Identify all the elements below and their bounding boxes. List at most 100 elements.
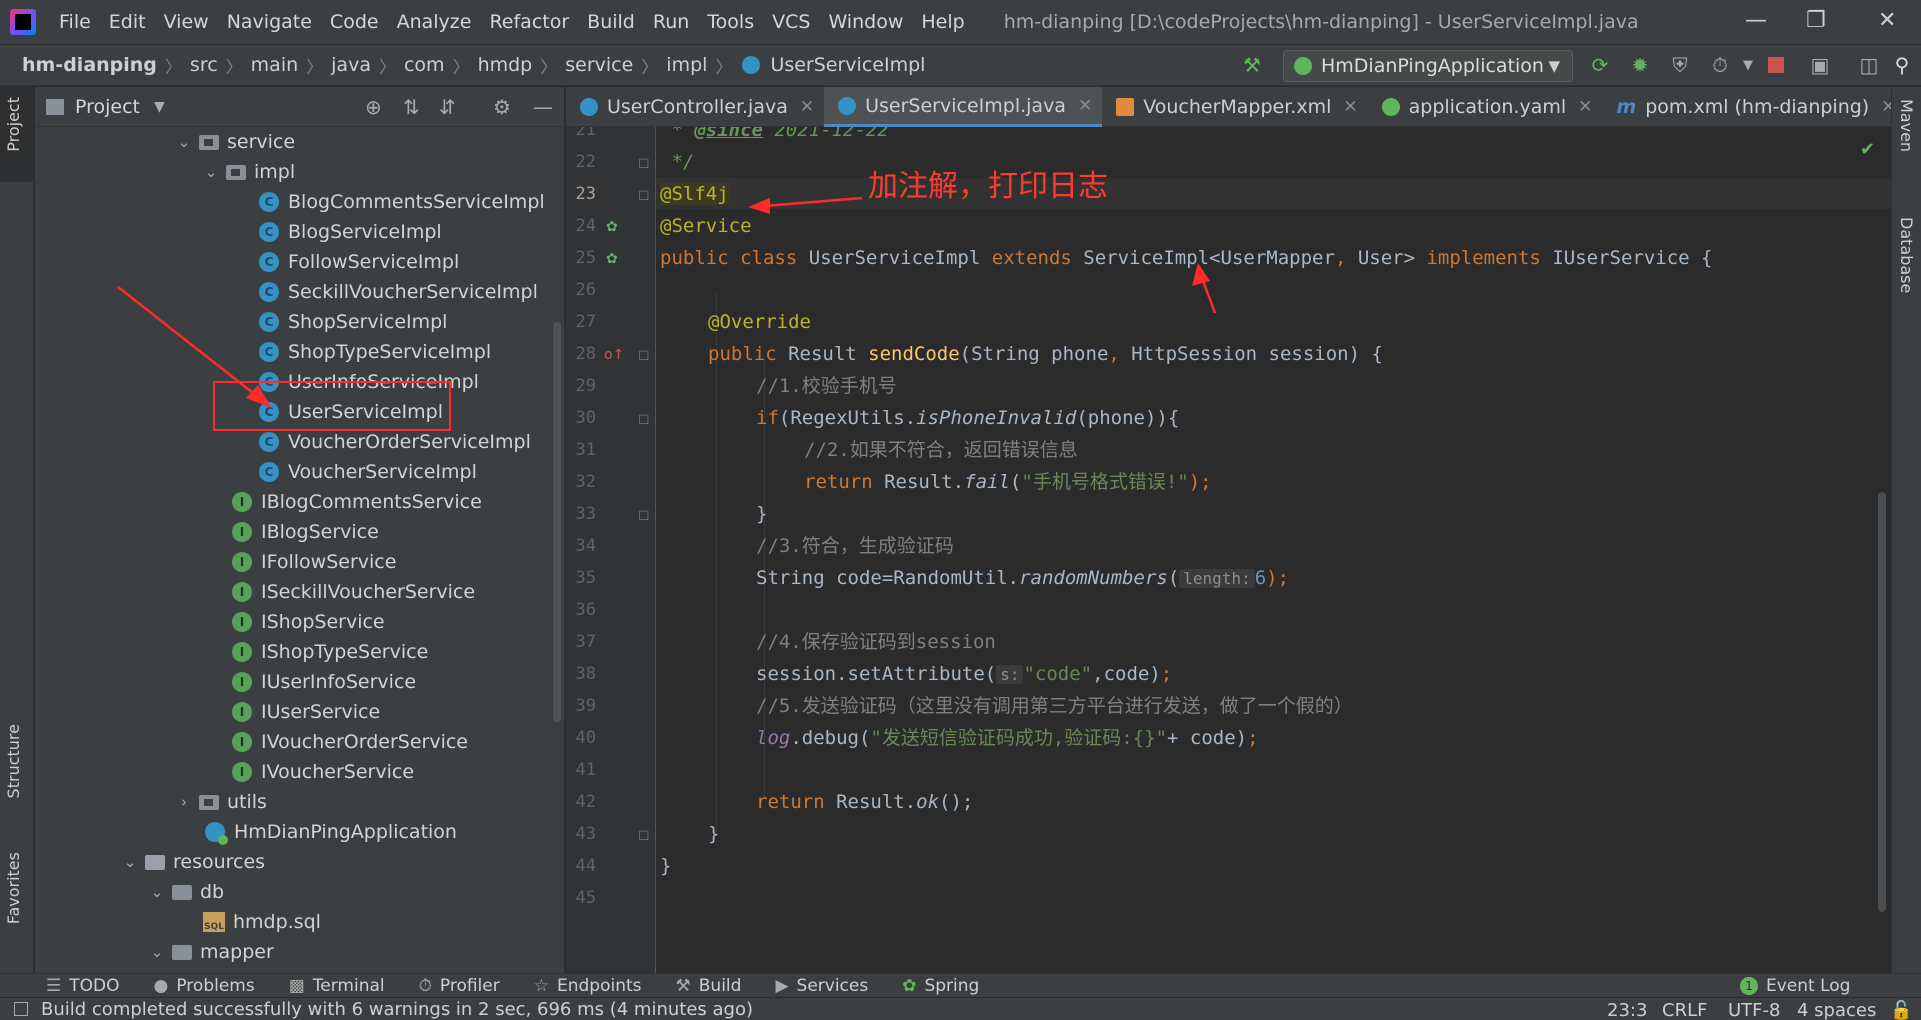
chevron-down-icon[interactable]: ▼ — [1736, 53, 1760, 77]
tree-node-interface[interactable]: I IUserInfoService — [232, 667, 416, 697]
chevron-down-icon[interactable]: ▼ — [154, 99, 165, 115]
tool-problems[interactable]: ● Problems — [154, 976, 255, 996]
tree-node-class[interactable]: C BlogServiceImpl — [259, 217, 442, 247]
menu-view[interactable]: View — [155, 11, 218, 33]
tab-user-service-impl[interactable]: UserServiceImpl.java ✕ — [824, 87, 1103, 127]
tree-scrollbar[interactable] — [553, 322, 561, 722]
tree-node-mapper[interactable]: ⌄ mapper — [148, 937, 274, 967]
menu-file[interactable]: File — [50, 11, 100, 33]
chevron-down-icon[interactable]: ⌄ — [175, 133, 193, 151]
tool-terminal[interactable]: ▩ Terminal — [289, 976, 385, 996]
tree-node-class[interactable]: C ShopServiceImpl — [259, 307, 447, 337]
breadcrumb-file[interactable]: UserServiceImpl — [766, 54, 929, 76]
code-editor[interactable]: 21 22 23 24 25 26 27 28 29 30 31 32 33 3… — [566, 127, 1891, 973]
tool-profiler[interactable]: ⏱ Profiler — [419, 976, 500, 996]
breadcrumb-service[interactable]: service — [561, 54, 637, 76]
tool-tab-favorites[interactable]: Favorites — [4, 852, 23, 924]
menu-run[interactable]: Run — [644, 11, 698, 33]
project-panel-title[interactable]: Project — [75, 96, 140, 118]
collapse-all-icon[interactable]: ⇵ — [439, 95, 456, 119]
tree-node-interface[interactable]: I IUserService — [232, 697, 380, 727]
fold-icon[interactable]: ◻ — [638, 347, 650, 363]
file-encoding[interactable]: UTF-8 — [1728, 1000, 1780, 1020]
tree-node-interface[interactable]: I IVoucherOrderService — [232, 727, 468, 757]
build-hammer-icon[interactable]: ⚒ — [1240, 53, 1264, 77]
tree-node-class[interactable]: C FollowServiceImpl — [259, 247, 459, 277]
chevron-down-icon[interactable]: ⌄ — [148, 883, 166, 901]
tree-node-class[interactable]: C SeckillVoucherServiceImpl — [259, 277, 538, 307]
caret-position[interactable]: 23:3 — [1607, 1000, 1647, 1020]
fold-icon[interactable]: ◻ — [638, 827, 650, 843]
tab-pom-xml[interactable]: m pom.xml (hm-dianping) ✕ — [1602, 87, 1905, 127]
fold-icon[interactable]: ◻ — [638, 155, 650, 171]
tool-tab-project[interactable]: Project — [4, 97, 23, 152]
override-icon[interactable]: o↑ — [604, 347, 624, 363]
indent-setting[interactable]: 4 spaces — [1797, 1000, 1876, 1020]
line-separator[interactable]: CRLF — [1662, 1000, 1707, 1020]
tree-node-interface[interactable]: I IBlogCommentsService — [232, 487, 482, 517]
gear-icon[interactable]: ⚙ — [493, 95, 511, 119]
hide-panel-icon[interactable]: — — [533, 95, 553, 119]
tree-node-class[interactable]: C BlogCommentsServiceImpl — [259, 187, 545, 217]
tool-tab-maven[interactable]: Maven — [1897, 99, 1916, 152]
menu-refactor[interactable]: Refactor — [480, 11, 578, 33]
close-icon[interactable]: ✕ — [800, 97, 814, 117]
chevron-down-icon[interactable]: ⌄ — [202, 163, 220, 181]
tree-node-utils[interactable]: › utils — [175, 787, 267, 817]
tool-spring[interactable]: ✿ Spring — [902, 976, 979, 996]
locate-icon[interactable]: ⊕ — [365, 95, 382, 119]
chevron-right-icon[interactable]: › — [175, 793, 193, 811]
inspection-ok-icon[interactable]: ✔ — [1860, 139, 1875, 160]
tree-node-interface[interactable]: I IShopService — [232, 607, 385, 637]
tree-node-sql[interactable]: SQL hmdp.sql — [203, 907, 321, 937]
tab-user-controller[interactable]: UserController.java ✕ — [566, 87, 824, 127]
fold-icon[interactable]: ◻ — [638, 507, 650, 523]
tab-voucher-mapper[interactable]: VoucherMapper.xml ✕ — [1102, 87, 1367, 127]
expand-all-icon[interactable]: ⇅ — [403, 95, 420, 119]
status-message[interactable]: Build completed successfully with 6 warn… — [41, 999, 753, 1020]
menu-window[interactable]: Window — [819, 11, 912, 33]
tree-node-interface[interactable]: I IBlogService — [232, 517, 379, 547]
fold-icon[interactable]: ◻ — [638, 411, 650, 427]
tree-node-class[interactable]: C ShopTypeServiceImpl — [259, 337, 491, 367]
lock-icon[interactable]: 🔓 — [1890, 1000, 1912, 1020]
breadcrumb-hmdp[interactable]: hmdp — [474, 54, 537, 76]
tree-node-class[interactable]: C VoucherOrderServiceImpl — [259, 427, 531, 457]
tool-event-log[interactable]: 1 Event Log — [1740, 976, 1850, 996]
tree-node-application[interactable]: HmDianPingApplication — [205, 817, 457, 847]
menu-edit[interactable]: Edit — [100, 11, 155, 33]
debug-icon[interactable]: ✹ — [1628, 53, 1652, 77]
tool-build[interactable]: ⚒ Build — [676, 976, 742, 996]
coverage-icon[interactable]: ⛨ — [1668, 53, 1692, 77]
tree-node-impl[interactable]: ⌄ impl — [202, 157, 295, 187]
editor-scrollbar[interactable] — [1878, 492, 1886, 912]
tool-tab-database[interactable]: Database — [1897, 217, 1916, 293]
breadcrumb-impl[interactable]: impl — [662, 54, 711, 76]
restore-icon[interactable]: ❐ — [1806, 8, 1826, 33]
close-icon[interactable]: ✕ — [1343, 97, 1357, 117]
minimize-icon[interactable]: — — [1745, 8, 1767, 33]
tree-node-class[interactable]: C VoucherServiceImpl — [259, 457, 477, 487]
breadcrumb-project[interactable]: hm-dianping — [18, 54, 161, 76]
breadcrumb-main[interactable]: main — [247, 54, 302, 76]
menu-tools[interactable]: Tools — [698, 11, 763, 33]
tool-endpoints[interactable]: ☆ Endpoints — [534, 976, 642, 996]
breadcrumb-src[interactable]: src — [186, 54, 222, 76]
tab-application-yaml[interactable]: application.yaml ✕ — [1368, 87, 1603, 127]
chevron-down-icon[interactable]: ⌄ — [121, 853, 139, 871]
menu-navigate[interactable]: Navigate — [218, 11, 321, 33]
spring-bean-icon[interactable]: ✿ — [606, 251, 618, 267]
breadcrumb-java[interactable]: java — [327, 54, 375, 76]
tree-node-db[interactable]: ⌄ db — [148, 877, 224, 907]
close-icon[interactable]: ✕ — [1578, 97, 1592, 117]
tree-node-service[interactable]: ⌄ service — [175, 127, 295, 157]
tool-services[interactable]: ▶ Services — [775, 976, 868, 996]
tool-windows-icon[interactable] — [14, 1002, 28, 1016]
breadcrumb-com[interactable]: com — [400, 54, 449, 76]
run-configuration-select[interactable]: HmDianPingApplication ▼ — [1283, 50, 1573, 82]
tree-node-interface[interactable]: I IFollowService — [232, 547, 396, 577]
menu-help[interactable]: Help — [912, 11, 973, 33]
close-window-icon[interactable]: ✕ — [1878, 8, 1896, 33]
spring-bean-icon[interactable]: ✿ — [606, 219, 618, 235]
tree-node-interface[interactable]: I IVoucherService — [232, 757, 414, 787]
